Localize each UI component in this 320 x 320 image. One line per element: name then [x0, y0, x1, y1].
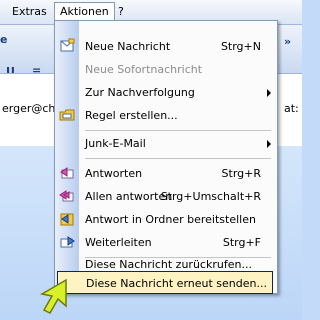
- menu-item-neue-sofortnachricht: Neue Sofortnachricht: [55, 58, 277, 81]
- menu-item-antworten[interactable]: Antworten Strg+R: [55, 162, 277, 185]
- pointer-arrow-icon: [39, 278, 67, 314]
- toolbar-right-icon[interactable]: »: [284, 35, 291, 48]
- menu-item-label: Neue Sofortnachricht: [85, 63, 203, 76]
- menu-item-allen-antworten[interactable]: Allen antworten Strg+Umschalt+R: [55, 185, 277, 208]
- menu-item-zur-nachverfolgung[interactable]: Zur Nachverfolgung: [55, 81, 277, 104]
- menu-item-erneut-senden[interactable]: Diese Nachricht erneut senden...: [57, 271, 273, 294]
- menu-item-antwort-in-ordner[interactable]: Antwort in Ordner bereitstellen: [55, 208, 277, 231]
- menu-help[interactable]: ?: [118, 5, 124, 18]
- submenu-arrow-icon: [267, 140, 271, 148]
- menu-item-label: Regel erstellen...: [85, 109, 178, 122]
- menu-item-label: Zur Nachverfolgung: [85, 86, 195, 99]
- rule-folder-icon: [59, 109, 75, 121]
- menu-item-zurueckrufen[interactable]: Diese Nachricht zurückrufen...: [55, 247, 277, 271]
- menu-extras[interactable]: Extras: [12, 5, 47, 18]
- aktionen-menu: Neue Nachricht Strg+N Neue Sofortnachric…: [54, 20, 278, 294]
- address-field: erger@chel: [0, 73, 60, 147]
- shortcut: Strg+R: [221, 167, 261, 180]
- menu-item-regel-erstellen[interactable]: Regel erstellen...: [55, 104, 277, 127]
- menu-item-label: Antwort in Ordner bereitstellen: [85, 213, 256, 226]
- shortcut: Strg+Umschalt+R: [160, 190, 261, 203]
- post-reply-icon: [60, 213, 74, 226]
- menu-item-label: Junk-E-Mail: [85, 137, 146, 150]
- menu-item-label: Neue Nachricht: [85, 40, 171, 53]
- reply-all-icon: [59, 190, 74, 202]
- reply-icon: [60, 167, 74, 179]
- shortcut: Strg+N: [220, 40, 261, 53]
- menu-aktionen[interactable]: Aktionen: [54, 2, 115, 22]
- menu-item-label: Diese Nachricht zurückrufen...: [85, 258, 252, 271]
- menu-item-neue-nachricht[interactable]: Neue Nachricht Strg+N: [55, 35, 277, 58]
- right-pane-text: at:: [284, 102, 299, 115]
- menu-separator: [85, 158, 271, 159]
- menu-item-junk-email[interactable]: Junk-E-Mail: [55, 132, 277, 155]
- address-text: erger@chel: [2, 102, 60, 115]
- toolbar-left-fragment: e: [0, 33, 8, 46]
- menu-item-label: Antworten: [85, 167, 143, 180]
- new-message-icon: [60, 38, 75, 52]
- menu-item-label: Diese Nachricht erneut senden...: [86, 277, 267, 290]
- menu-separator: [85, 130, 271, 131]
- submenu-arrow-icon: [267, 89, 271, 97]
- menu-item-label: Allen antworten: [85, 190, 173, 203]
